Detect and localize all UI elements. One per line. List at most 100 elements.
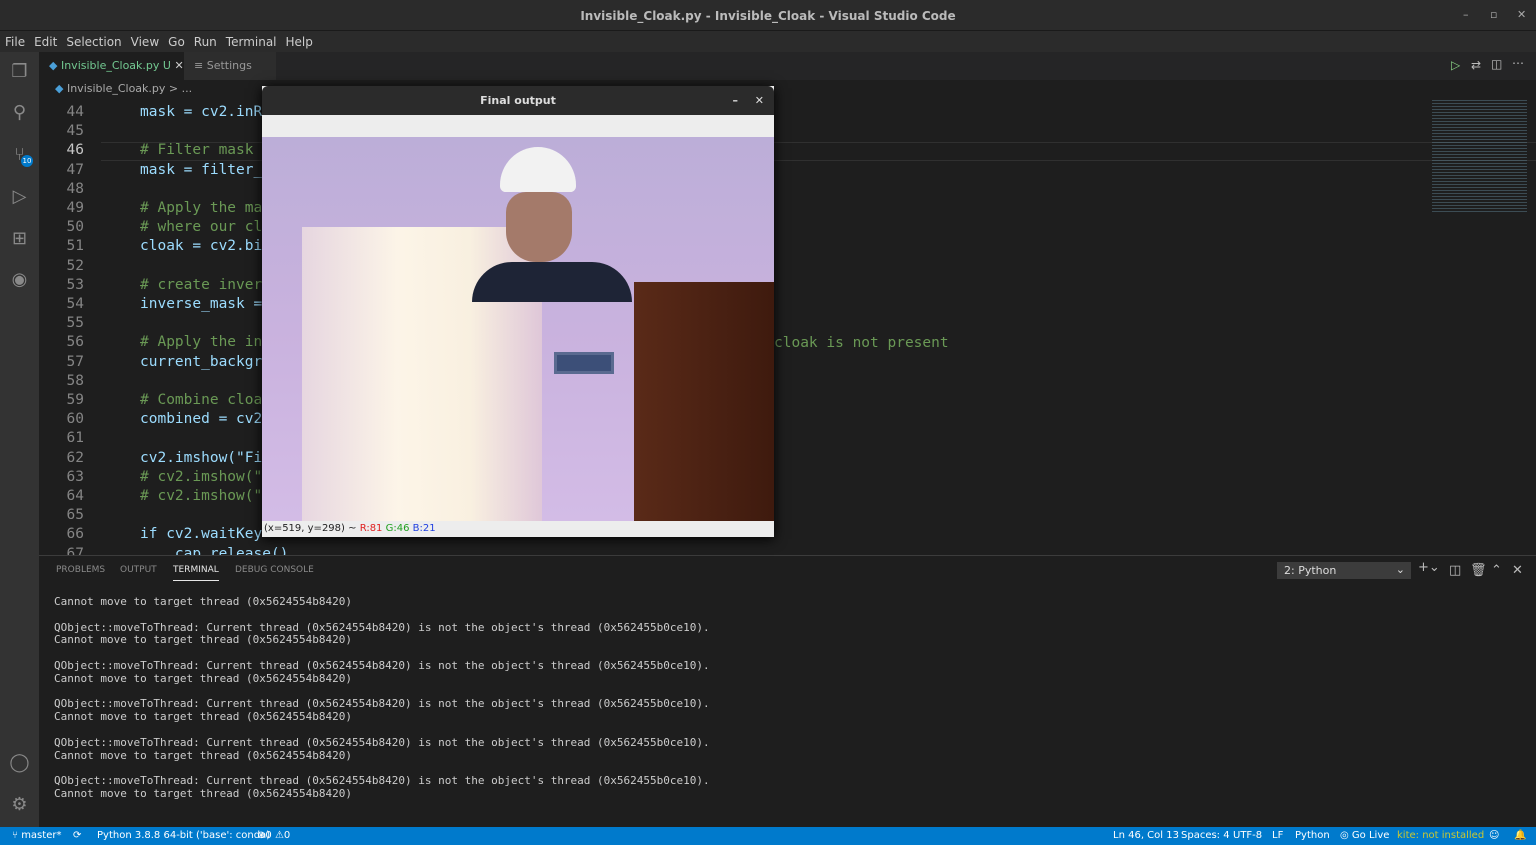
tab-terminal[interactable]: TERMINAL: [173, 565, 219, 581]
line-number: 64: [66, 488, 84, 504]
activity-bar: ❐ ⚲ ⑂ 10 ▷ ⊞ ◉ ◯ ⚙: [0, 52, 39, 827]
github-icon[interactable]: ◉: [9, 269, 30, 290]
language-status[interactable]: Python: [1295, 830, 1330, 841]
tab-problems[interactable]: PROBLEMS: [56, 565, 105, 575]
python-file-icon: ◆: [55, 82, 64, 95]
encoding-status[interactable]: UTF-8: [1233, 830, 1262, 841]
editor-tabs: ◆ Invisible_Cloak.py U ✕ ≡ Settings ▷ ⇄ …: [39, 52, 1536, 80]
code-line: # where our cl: [140, 219, 263, 236]
extensions-icon[interactable]: ⊞: [9, 228, 30, 249]
split-editor-icon[interactable]: ◫: [1491, 57, 1502, 71]
terminal-line: QObject::moveToThread: Current thread (0…: [54, 735, 710, 749]
code-line: # Apply the in: [140, 334, 263, 351]
code-line: cv2.imshow("Fi: [140, 449, 263, 466]
menu-go[interactable]: Go: [163, 31, 189, 49]
tab-debug-console[interactable]: DEBUG CONSOLE: [235, 565, 314, 575]
gear-icon[interactable]: ⚙: [9, 794, 30, 815]
explorer-icon[interactable]: ❐: [9, 61, 30, 82]
terminal-line: QObject::moveToThread: Current thread (0…: [54, 658, 710, 672]
popup-title: Final output: [480, 94, 556, 107]
maximize-button[interactable]: ▫: [1490, 8, 1497, 21]
close-window-button[interactable]: ✕: [1517, 8, 1526, 21]
terminal-line: Cannot move to target thread (0x5624554b…: [54, 710, 353, 724]
account-icon[interactable]: ◯: [9, 752, 30, 773]
code-line: if cv2.waitKey: [140, 526, 263, 543]
close-tab-icon[interactable]: ✕: [174, 59, 183, 72]
code-line: # cv2.imshow(": [140, 488, 263, 504]
line-number: 54: [66, 296, 84, 312]
run-debug-icon[interactable]: ▷: [9, 186, 30, 207]
window-title: Invisible_Cloak.py - Invisible_Cloak - V…: [580, 9, 956, 23]
menu-file[interactable]: File: [0, 31, 29, 49]
compare-changes-icon[interactable]: ⇄: [1471, 58, 1481, 72]
terminal-select[interactable]: 2: Python ⌄: [1277, 562, 1411, 579]
problems-status[interactable]: ⊗0 ⚠0: [257, 830, 290, 841]
sync-icon[interactable]: ⟳: [73, 830, 81, 841]
terminal-line: Cannot move to target thread (0x5624554b…: [54, 671, 353, 685]
title-bar: Invisible_Cloak.py - Invisible_Cloak - V…: [0, 0, 1536, 31]
popup-close-button[interactable]: ✕: [755, 86, 764, 115]
chevron-down-icon: ⌄: [1395, 563, 1405, 576]
popup-title-bar[interactable]: Final output – ✕: [262, 86, 774, 115]
menu-edit[interactable]: Edit: [29, 31, 61, 49]
minimize-button[interactable]: –: [1463, 8, 1469, 21]
minimap[interactable]: [1432, 98, 1527, 213]
line-number: 58: [66, 372, 84, 389]
tab-settings[interactable]: ≡ Settings: [184, 52, 276, 80]
run-file-icon[interactable]: ▷: [1451, 58, 1460, 72]
terminal-output[interactable]: Cannot move to target thread (0x5624554b…: [54, 595, 710, 801]
line-number: 53: [66, 276, 84, 293]
untracked-badge: U: [162, 59, 171, 72]
new-terminal-icon[interactable]: +⌄: [1418, 560, 1440, 575]
menu-view[interactable]: View: [126, 31, 163, 49]
code-line: cap.release(): [140, 545, 289, 555]
status-bar: ⑂ master* ⟳ Python 3.8.8 64-bit ('base':…: [0, 827, 1536, 845]
tab-output[interactable]: OUTPUT: [120, 565, 157, 575]
menu-help[interactable]: Help: [281, 31, 317, 49]
terminal-line: Cannot move to target thread (0x5624554b…: [54, 595, 353, 608]
split-terminal-icon[interactable]: ◫: [1449, 563, 1461, 578]
menu-run[interactable]: Run: [189, 31, 221, 49]
menu-selection[interactable]: Selection: [61, 31, 125, 49]
terminal-line: Cannot move to target thread (0x5624554b…: [54, 748, 353, 762]
source-control-icon[interactable]: ⑂ 10: [9, 144, 33, 167]
line-number: 66: [66, 526, 84, 543]
code-line: # Filter mask: [140, 142, 254, 159]
search-icon[interactable]: ⚲: [9, 102, 30, 123]
line-number: 63: [66, 468, 84, 485]
notifications-icon[interactable]: 🔔: [1514, 830, 1526, 841]
go-live-button[interactable]: ◎ Go Live: [1340, 830, 1389, 841]
opencv-window[interactable]: Final output – ✕ (x=519, y=298) ~ R:81 G…: [262, 86, 774, 537]
camera-frame-image: [262, 137, 774, 521]
popup-minimize-button[interactable]: –: [733, 86, 739, 115]
more-actions-icon[interactable]: ⋯: [1512, 56, 1524, 70]
eol-status[interactable]: LF: [1272, 830, 1283, 841]
line-number: 62: [66, 449, 84, 466]
indentation-status[interactable]: Spaces: 4: [1181, 830, 1230, 841]
line-number: 51: [66, 238, 84, 255]
feedback-icon[interactable]: ☺: [1489, 830, 1499, 841]
code-line: cloak = cv2.bi: [140, 238, 263, 255]
kite-status[interactable]: kite: not installed: [1397, 830, 1484, 841]
maximize-panel-icon[interactable]: ⌃: [1491, 563, 1502, 578]
close-panel-icon[interactable]: ✕: [1512, 563, 1523, 578]
broadcast-icon: ◎: [1340, 830, 1349, 841]
code-line: # create inver: [140, 276, 263, 293]
menu-terminal[interactable]: Terminal: [221, 31, 281, 49]
code-line: # cv2.imshow(": [140, 468, 263, 485]
cursor-position[interactable]: Ln 46, Col 13: [1113, 830, 1179, 841]
line-number: 59: [66, 392, 84, 408]
source-control-badge: 10: [21, 155, 33, 167]
menu-bar: File Edit Selection View Go Run Terminal Help: [0, 31, 1536, 52]
code-line: combined = cv2: [140, 411, 263, 428]
trash-icon[interactable]: 🗑: [1470, 563, 1487, 578]
interpreter-status[interactable]: Python 3.8.8 64-bit ('base': conda): [97, 830, 270, 841]
branch-status[interactable]: ⑂ master*: [12, 830, 61, 841]
code-line: current_backgr: [140, 353, 263, 370]
breadcrumb-path: Invisible_Cloak.py > ...: [66, 82, 193, 95]
terminal-line: Cannot move to target thread (0x5624554b…: [54, 633, 353, 647]
line-number: 55: [66, 315, 84, 332]
tab-invisible-cloak[interactable]: ◆ Invisible_Cloak.py U ✕: [39, 52, 184, 80]
